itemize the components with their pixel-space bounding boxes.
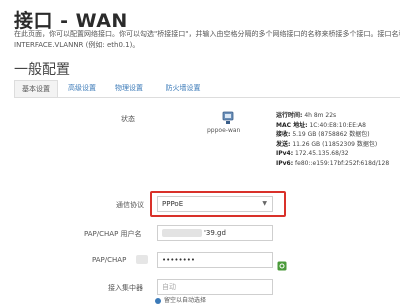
page-description: 在此页面，你可以配置网络接口。你可以勾选"桥接接口"，并输入由空格分隔的多个网络…	[14, 29, 400, 51]
status-row-mac: MAC 地址: 1C:40:E8:10:EE:A8	[276, 121, 389, 131]
protocol-highlight-box	[150, 191, 286, 217]
status-value: 4h 8m 22s	[304, 112, 337, 119]
status-key: IPv6:	[276, 159, 294, 167]
status-row-ipv6: IPv6: fe80::e159:17bf:252f:618d/128	[276, 159, 389, 169]
status-value: 5.19 GB (8758862 数据包)	[292, 131, 370, 139]
concentrator-label: 接入集中器	[108, 284, 143, 292]
section-title: 一般配置	[14, 62, 70, 78]
status-row-ipv4: IPv4: 172.45.135.68/32	[276, 149, 389, 159]
status-key: 接收:	[276, 131, 291, 139]
status-value: 172.45.135.68/32	[295, 150, 349, 158]
status-key: MAC 地址:	[276, 121, 308, 129]
redaction-blur	[136, 255, 148, 264]
username-label: PAP/CHAP 用户名	[84, 230, 142, 238]
status-label: 状态	[121, 115, 135, 123]
password-label: PAP/CHAP	[92, 256, 127, 264]
tab-firewall-settings[interactable]: 防火墙设置	[158, 80, 208, 97]
protocol-label: 通信协议	[116, 201, 144, 209]
hint-text: 留空以自动选择	[164, 297, 207, 304]
tab-basic-settings[interactable]: 基本设置	[14, 80, 58, 97]
description-line-2: INTERFACE.VLANNR (例如: eth0.1)。	[14, 41, 140, 49]
status-info: 运行时间: 4h 8m 22s MAC 地址: 1C:40:E8:10:EE:A…	[276, 111, 389, 169]
redaction-blur	[162, 229, 202, 237]
status-key: 发送:	[276, 140, 291, 148]
status-key: IPv4:	[276, 150, 294, 158]
tab-advanced-settings[interactable]: 高级设置	[64, 80, 100, 97]
tab-bar: 基本设置 高级设置 物理设置 防火墙设置	[14, 80, 400, 98]
status-value: fe80::e159:17bf:252f:618d/128	[295, 159, 390, 167]
status-value: 11.26 GB (11852309 数据包)	[292, 140, 378, 148]
concentrator-input[interactable]: 自动	[157, 279, 273, 295]
status-row-tx: 发送: 11.26 GB (11852309 数据包)	[276, 140, 389, 150]
reveal-password-icon[interactable]	[277, 256, 287, 275]
tab-physical-settings[interactable]: 物理设置	[108, 80, 150, 97]
concentrator-placeholder: 自动	[162, 283, 176, 291]
info-icon	[155, 297, 161, 304]
username-input[interactable]: '39.gd	[157, 225, 273, 241]
status-key: 运行时间:	[276, 112, 303, 119]
password-value: ••••••••	[162, 256, 196, 264]
username-value: '39.gd	[204, 229, 226, 237]
description-line-1: 在此页面，你可以配置网络接口。你可以勾选"桥接接口"，并输入由空格分隔的多个网络…	[14, 30, 400, 38]
status-value: 1C:40:E8:10:EE:A8	[309, 121, 366, 129]
device-name: pppoe-wan	[207, 127, 241, 134]
status-row-uptime: 运行时间: 4h 8m 22s	[276, 111, 389, 121]
status-row-rx: 接收: 5.19 GB (8758862 数据包)	[276, 130, 389, 140]
password-input[interactable]: ••••••••	[157, 252, 273, 268]
